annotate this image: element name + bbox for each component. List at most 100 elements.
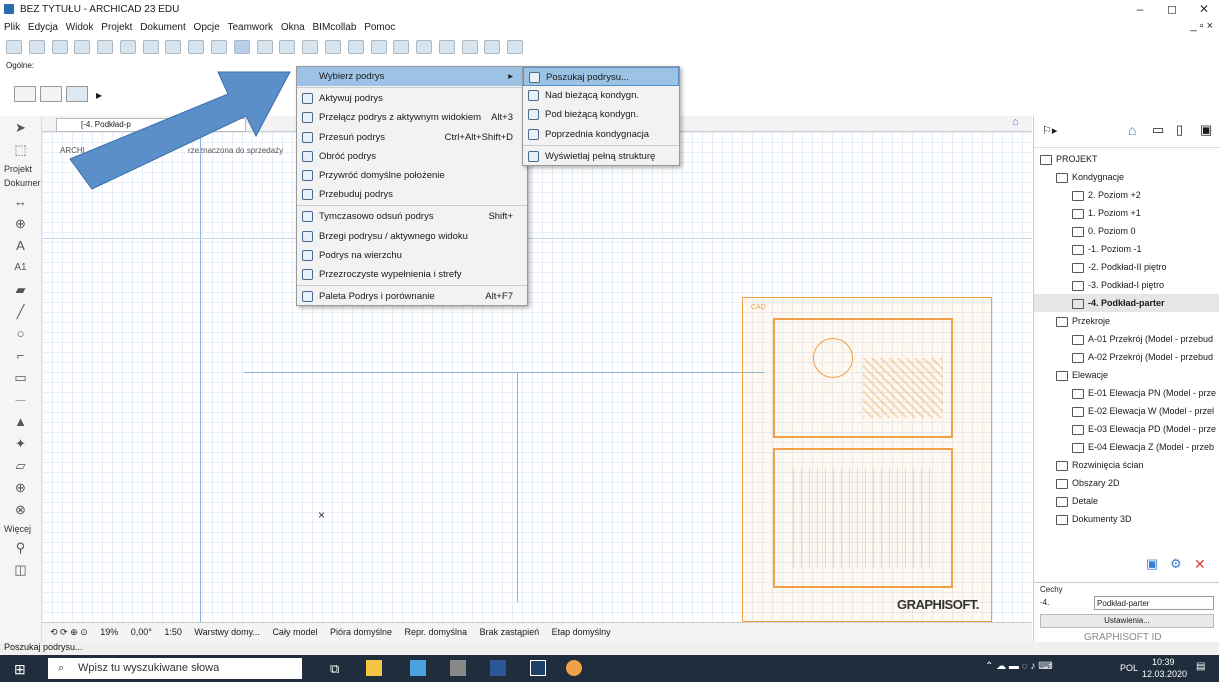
zoom-value[interactable]: 19% — [100, 627, 118, 637]
submenu-item-pelna-struktura[interactable]: Wyświetlaj pełną strukturę — [523, 147, 679, 166]
menu-item-wybierz-podrys[interactable]: Wybierz podrys ▸ — [297, 67, 527, 87]
clock-date[interactable]: 12.03.2020 — [1142, 669, 1187, 679]
line-tool-icon[interactable]: ╱ — [9, 302, 33, 322]
navigator-tree-item[interactable]: Przekroje — [1034, 312, 1219, 330]
worksheet-tool-icon[interactable]: ▱ — [9, 456, 33, 476]
pens-value[interactable]: Pióra domyślne — [330, 627, 392, 637]
navigator-tree-item[interactable]: 1. Poziom +1 — [1034, 204, 1219, 222]
phase-value[interactable]: Etap domyślny — [552, 627, 611, 637]
menu-item-brzegi-podrysu[interactable]: Brzegi podrysu / aktywnego widoku — [297, 227, 527, 246]
maximize-button[interactable]: ◻ — [1157, 2, 1187, 18]
angle-value[interactable]: 0,00° — [131, 627, 152, 637]
circle-tool-icon[interactable]: ○ — [9, 324, 33, 344]
navigator-tree-item[interactable]: A-02 Przekrój (Model - przebud — [1034, 348, 1219, 366]
menu-item-tymczasowo-odsun[interactable]: Tymczasowo odsuń podrys Shift+ — [297, 207, 527, 226]
menu-teamwork[interactable]: Teamwork — [227, 20, 273, 36]
geometry-method-button[interactable] — [14, 86, 36, 102]
hotspot-tool-icon[interactable]: ⚲ — [9, 538, 33, 558]
element-mode-button[interactable] — [40, 86, 62, 102]
document-window-controls[interactable]: _ ▫ × — [1190, 20, 1213, 32]
floor-icon[interactable] — [279, 40, 296, 54]
navigator-tree-item[interactable]: A-01 Przekrój (Model - przebud — [1034, 330, 1219, 348]
marquee-tool-icon[interactable]: ⬚ — [9, 140, 33, 160]
chrome-icon[interactable] — [566, 660, 582, 676]
navigator-tree-item[interactable]: Detale — [1034, 492, 1219, 510]
undo-icon[interactable] — [6, 40, 22, 54]
view-map-icon[interactable]: ▭ — [1152, 122, 1164, 138]
figure-tool-icon[interactable]: ◫ — [9, 560, 33, 580]
interior-elevation-tool-icon[interactable]: ✦ — [9, 434, 33, 454]
file-explorer-icon[interactable] — [366, 660, 382, 676]
settings-button[interactable]: Ustawienia... — [1040, 614, 1214, 628]
menu-item-przezroczyste-wypelnienia[interactable]: Przezroczyste wypełnienia i strefy — [297, 265, 527, 284]
detail-tool-icon[interactable]: ⊕ — [9, 478, 33, 498]
change-tool-icon[interactable]: ⊗ — [9, 500, 33, 520]
menu-plik[interactable]: Plik — [4, 20, 20, 36]
menu-opcje[interactable]: Opcje — [194, 20, 220, 36]
navigator-tree-item[interactable]: -4. Podkład-parter — [1034, 294, 1219, 312]
menu-item-przesun-podrys[interactable]: Przesuń podrys Ctrl+Alt+Shift+D — [297, 128, 527, 147]
submenu-item-pod-kondygnacja[interactable]: Pod bieżącą kondygn. — [523, 105, 679, 124]
settings-view-icon[interactable]: ⚙ — [1170, 556, 1182, 572]
layer-icon[interactable] — [119, 40, 136, 54]
worksheet-icon[interactable] — [370, 40, 387, 54]
navigator-tree-item[interactable]: -1. Poziom -1 — [1034, 240, 1219, 258]
elevation-tool-icon[interactable]: ▲ — [9, 412, 33, 432]
polyline-tool-icon[interactable]: ⌐ — [9, 346, 33, 366]
section-icon[interactable] — [302, 40, 319, 54]
submenu-item-nad-kondygnacja[interactable]: Nad bieżącą kondygn. — [523, 86, 679, 105]
text-tool-icon[interactable]: A — [9, 236, 33, 256]
menu-item-obroc-podrys[interactable]: Obróć podrys — [297, 147, 527, 166]
layout-book-icon[interactable]: ▯ — [1176, 122, 1183, 138]
navigator-tree-item[interactable]: Dokumenty 3D — [1034, 510, 1219, 528]
clock-time[interactable]: 10:39 — [1152, 657, 1175, 667]
calculator-icon[interactable] — [450, 660, 466, 676]
arrow-tool-icon[interactable]: ➤ — [9, 118, 33, 138]
navigator-tree-item[interactable]: -3. Podkład-I piętro — [1034, 276, 1219, 294]
line-type-icon[interactable] — [211, 40, 228, 54]
menu-widok[interactable]: Widok — [66, 20, 94, 36]
minimize-button[interactable]: – — [1125, 2, 1155, 18]
undo-view-icon[interactable]: ⟲ ⟳ ⊕ ⊙ — [50, 627, 88, 637]
language-indicator[interactable]: POL — [1120, 663, 1138, 673]
dimension-tool-icon[interactable]: ↔ — [9, 192, 33, 212]
interior-elevation-icon[interactable] — [347, 40, 364, 54]
properties-name-field[interactable]: Podkład-parter — [1094, 596, 1214, 610]
label-tool-icon[interactable]: A1 — [9, 258, 33, 278]
grid-icon[interactable] — [188, 40, 205, 54]
3d-view-icon[interactable]: ⌂ — [1012, 116, 1019, 128]
navigator-tree-item[interactable]: 2. Poziom +2 — [1034, 186, 1219, 204]
menu-item-przebuduj-podrys[interactable]: Przebuduj podrys — [297, 185, 527, 204]
menu-okna[interactable]: Okna — [281, 20, 305, 36]
navigator-tree-item[interactable]: Kondygnacje — [1034, 168, 1219, 186]
navigator-tree-item[interactable]: E-03 Elewacja PD (Model - prze — [1034, 420, 1219, 438]
navigator-tree-item[interactable]: E-02 Elewacja W (Model - przel — [1034, 402, 1219, 420]
app-icon-1[interactable] — [410, 660, 426, 676]
trace-dropdown-icon[interactable] — [256, 40, 273, 54]
teamwork-icon[interactable] — [461, 40, 478, 54]
3d-document-icon[interactable] — [416, 40, 433, 54]
project-map-icon[interactable]: ⌂ — [1128, 122, 1136, 138]
bim-icon[interactable] — [507, 40, 524, 54]
system-tray-icons[interactable]: ⌃ ☁ ▬ ◌ ♪ ⌨ — [985, 661, 1053, 672]
level-dimension-icon[interactable]: ⊕ — [9, 214, 33, 234]
delete-icon[interactable]: ✕ — [1194, 556, 1206, 573]
windows-start-icon[interactable]: ⊞ — [14, 661, 26, 678]
task-view-icon[interactable]: ⧉ — [330, 661, 339, 677]
word-icon[interactable] — [490, 660, 506, 676]
menu-item-paleta-podrys[interactable]: Paleta Podrys i porównanie Alt+F7 — [297, 287, 527, 306]
menu-projekt[interactable]: Projekt — [101, 20, 132, 36]
navigator-tree-item[interactable]: PROJEKT — [1034, 150, 1219, 168]
detail-icon[interactable] — [393, 40, 410, 54]
menu-item-aktywuj-podrys[interactable]: Aktywuj podrys — [297, 89, 527, 108]
navigator-map-icon[interactable]: ⚐▸ — [1042, 124, 1057, 137]
elevation-icon[interactable] — [324, 40, 341, 54]
menu-edycja[interactable]: Edycja — [28, 20, 58, 36]
trace-icon[interactable] — [233, 40, 250, 54]
submenu-item-poszukaj-podrysu[interactable]: Poszukaj podrysu... — [523, 67, 679, 87]
menu-pomoc[interactable]: Pomoc — [364, 20, 395, 36]
layers-value[interactable]: Warstwy domy... — [194, 627, 260, 637]
fill-tool-icon[interactable]: ▰ — [9, 280, 33, 300]
drawing-tool-icon[interactable]: ▭ — [9, 368, 33, 388]
3d-icon[interactable] — [438, 40, 455, 54]
